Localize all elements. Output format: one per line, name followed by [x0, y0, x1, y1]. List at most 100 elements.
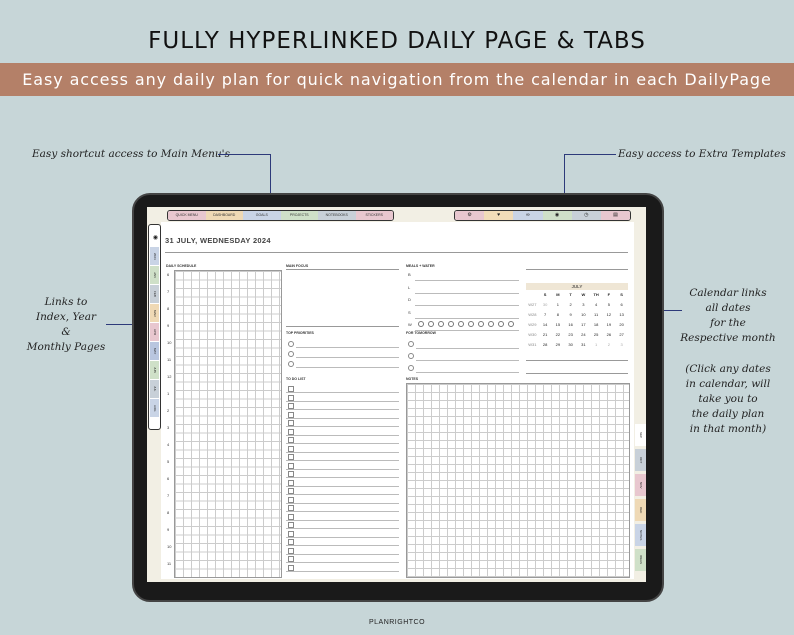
- tab-stickers[interactable]: STICKERS: [355, 211, 393, 220]
- water-glass-circle[interactable]: [478, 321, 484, 327]
- priority-line[interactable]: [296, 367, 399, 368]
- tomorrow-line[interactable]: [416, 360, 519, 361]
- tab-notes[interactable]: NOTES: [635, 524, 646, 546]
- calendar-day-link[interactable]: 23: [564, 330, 577, 340]
- calendar-day-link[interactable]: 21: [539, 330, 552, 340]
- priority-line[interactable]: [296, 347, 399, 348]
- todo-line[interactable]: [286, 485, 399, 487]
- priority-line[interactable]: [296, 357, 399, 358]
- todo-line[interactable]: [286, 477, 399, 478]
- tab-may[interactable]: MAY: [150, 342, 159, 360]
- calendar-day-link[interactable]: 27: [615, 330, 628, 340]
- link-icon[interactable]: ∞: [513, 211, 543, 220]
- calendar-day-link[interactable]: 19: [603, 320, 616, 330]
- calendar-day-link[interactable]: 1: [552, 300, 565, 310]
- calendar-day-link[interactable]: 4: [590, 300, 603, 310]
- todo-line[interactable]: [286, 451, 399, 453]
- todo-line[interactable]: [286, 536, 399, 538]
- calendar-day-link[interactable]: 14: [539, 320, 552, 330]
- priority-checkbox[interactable]: [288, 351, 294, 357]
- tomorrow-checkbox[interactable]: [408, 365, 414, 371]
- calendar-day-link[interactable]: 31: [577, 340, 590, 350]
- book-icon[interactable]: ▤: [600, 211, 630, 220]
- calendar-day-link[interactable]: 3: [615, 340, 628, 350]
- calendar-day-link[interactable]: 2: [603, 340, 616, 350]
- todo-line[interactable]: [286, 417, 399, 419]
- meal-line[interactable]: [415, 292, 519, 294]
- calendar-day-link[interactable]: 22: [552, 330, 565, 340]
- priority-checkbox[interactable]: [288, 361, 294, 367]
- week-number-link[interactable]: W31: [526, 340, 539, 350]
- todo-line[interactable]: [286, 545, 399, 546]
- meal-line[interactable]: [415, 280, 519, 281]
- tab-notebooks[interactable]: NOTEBOOKS: [318, 211, 356, 220]
- calendar-day-link[interactable]: 25: [590, 330, 603, 340]
- gear-icon[interactable]: ⚙: [455, 211, 485, 220]
- tab-year[interactable]: 2024: [150, 247, 159, 265]
- todo-line[interactable]: [286, 553, 399, 555]
- calendar-day-link[interactable]: 7: [539, 310, 552, 320]
- calendar-day-link[interactable]: 30: [539, 300, 552, 310]
- calendar-day-link[interactable]: 2: [564, 300, 577, 310]
- home-icon[interactable]: ◉: [150, 228, 159, 246]
- week-number-link[interactable]: W27: [526, 300, 539, 310]
- todo-line[interactable]: [286, 426, 399, 427]
- tomorrow-line[interactable]: [416, 348, 519, 349]
- tab-mar[interactable]: MAR: [150, 304, 159, 322]
- calendar-day-link[interactable]: 13: [615, 310, 628, 320]
- meal-line[interactable]: [415, 317, 519, 319]
- tab-jun[interactable]: JUN: [150, 361, 159, 379]
- tab-ideas[interactable]: IDEAS: [635, 549, 646, 571]
- priority-checkbox[interactable]: [288, 341, 294, 347]
- calendar-day-link[interactable]: 6: [615, 300, 628, 310]
- todo-line[interactable]: [286, 400, 399, 402]
- week-number-link[interactable]: W29: [526, 320, 539, 330]
- tab-nov[interactable]: NOV: [635, 474, 646, 496]
- todo-line[interactable]: [286, 570, 399, 572]
- notes-grid[interactable]: [406, 383, 630, 578]
- calendar-day-link[interactable]: 26: [603, 330, 616, 340]
- clock-icon[interactable]: ◷: [571, 211, 601, 220]
- tab-oct[interactable]: OCT: [635, 449, 646, 471]
- week-number-link[interactable]: W30: [526, 330, 539, 340]
- todo-line[interactable]: [286, 460, 399, 461]
- calendar-day-link[interactable]: 11: [590, 310, 603, 320]
- week-number-link[interactable]: W28: [526, 310, 539, 320]
- calendar-day-link[interactable]: 29: [552, 340, 565, 350]
- calendar-day-link[interactable]: 24: [577, 330, 590, 340]
- tab-dec[interactable]: DEC: [635, 499, 646, 521]
- globe-icon[interactable]: ◉: [542, 211, 572, 220]
- calendar-day-link[interactable]: 3: [577, 300, 590, 310]
- calendar-day-link[interactable]: 8: [552, 310, 565, 320]
- todo-line[interactable]: [286, 434, 399, 436]
- calendar-day-link[interactable]: 17: [577, 320, 590, 330]
- calendar-day-link[interactable]: 15: [552, 320, 565, 330]
- schedule-grid[interactable]: [174, 270, 282, 578]
- todo-line[interactable]: [286, 443, 399, 444]
- water-glass-circle[interactable]: [428, 321, 434, 327]
- todo-line[interactable]: [286, 511, 399, 512]
- calendar-day-link[interactable]: 9: [564, 310, 577, 320]
- water-glass-circle[interactable]: [458, 321, 464, 327]
- tab-jul[interactable]: JUL: [150, 380, 159, 398]
- tomorrow-checkbox[interactable]: [408, 341, 414, 347]
- water-glass-circle[interactable]: [498, 321, 504, 327]
- meal-line[interactable]: [415, 330, 519, 331]
- calendar-day-link[interactable]: 5: [603, 300, 616, 310]
- calendar-day-link[interactable]: 16: [564, 320, 577, 330]
- calendar-day-link[interactable]: 10: [577, 310, 590, 320]
- tab-goals[interactable]: GOALS: [243, 211, 281, 220]
- todo-line[interactable]: [286, 528, 399, 529]
- calendar-day-link[interactable]: 12: [603, 310, 616, 320]
- calendar-day-link[interactable]: 18: [590, 320, 603, 330]
- tab-projects[interactable]: PROJECTS: [280, 211, 318, 220]
- todo-line[interactable]: [286, 562, 399, 563]
- water-glass-circle[interactable]: [418, 321, 424, 327]
- water-glass-circle[interactable]: [508, 321, 514, 327]
- tab-apr[interactable]: APR: [150, 323, 159, 341]
- tomorrow-line[interactable]: [416, 372, 519, 373]
- calendar-day-link[interactable]: 1: [590, 340, 603, 350]
- calendar-day-link[interactable]: 30: [564, 340, 577, 350]
- todo-line[interactable]: [286, 502, 399, 504]
- water-glass-circle[interactable]: [488, 321, 494, 327]
